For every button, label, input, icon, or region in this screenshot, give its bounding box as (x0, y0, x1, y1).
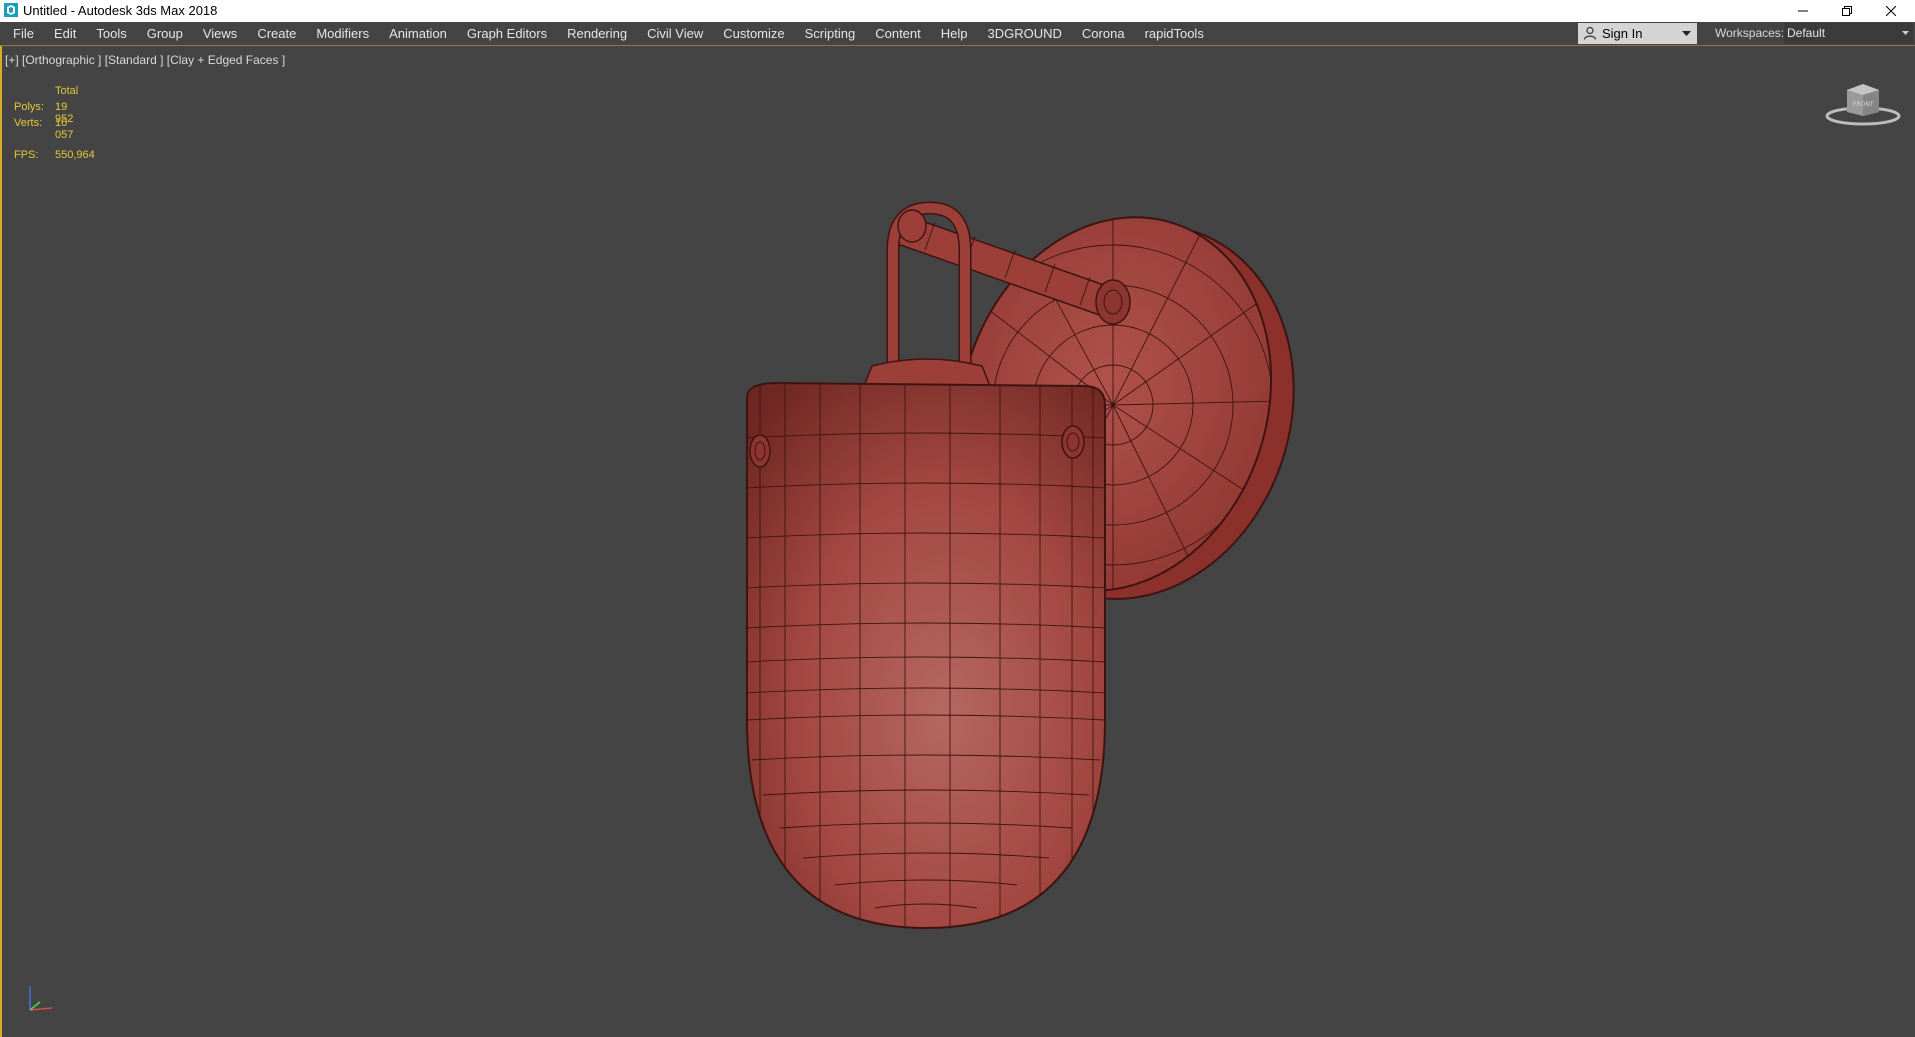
lamp-model-3d[interactable] (0, 0, 1915, 1037)
axis-tripod-icon (29, 986, 53, 1011)
